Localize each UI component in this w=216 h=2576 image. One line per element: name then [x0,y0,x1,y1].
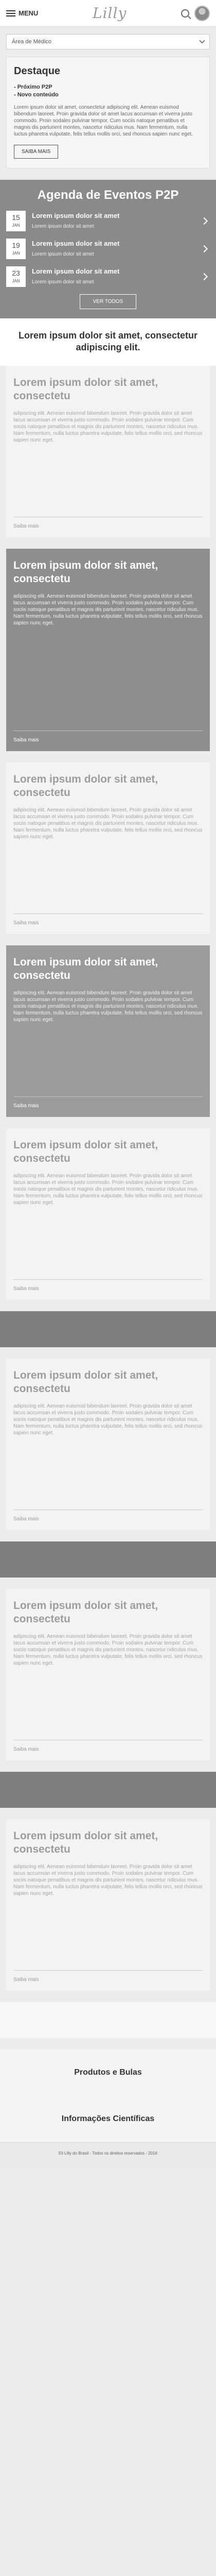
content-card: Lorem ipsum dolor sit amet, consectetu a… [6,762,210,934]
event-item[interactable]: 23 JAN Lorem ipsum dolor sit amet Lorem … [6,266,210,287]
card-divider [13,913,203,914]
area-bar: Área de Médico [0,27,216,57]
card-text: adipiscing elit. Aenean euismod bibendum… [13,990,203,1023]
card-divider [13,1279,203,1280]
event-date: 15 JAN [6,211,26,231]
search-icon[interactable] [181,9,189,18]
event-date: 19 JAN [6,239,26,259]
card-text: adipiscing elit. Aenean euismod bibendum… [13,411,203,443]
card-title: Lorem ipsum dolor sit amet, consectetu [13,1830,158,1855]
card-divider [13,1096,203,1097]
saiba-mais-button[interactable]: SAIBA MAIS [14,145,59,159]
event-text: Lorem ipsum dolor sit amet Lorem ipsum d… [26,212,202,230]
saiba-mais-link[interactable]: Saiba mais [13,1747,203,1752]
agenda-section: Agenda de Eventos P2P 15 JAN Lorem ipsum… [0,180,216,318]
saiba-mais-link[interactable]: Saiba mais [13,1103,203,1109]
hamburger-icon [6,10,15,16]
saiba-mais-link[interactable]: Saiba mais [13,737,203,743]
card-title: Lorem ipsum dolor sit amet, consectetu [13,1600,158,1625]
banner-band [0,1772,216,1808]
event-day: 23 [12,269,20,277]
event-day: 19 [12,241,20,249]
section-title: Lorem ipsum dolor sit amet, consectetur … [0,318,216,366]
event-subtitle: Lorem ipsum dolor sit amet [32,251,94,257]
destaque-bullet: - Novo conteúdo [14,92,59,98]
banner-band [0,2002,216,2038]
produtos-bulas-section[interactable]: Produtos e Bulas [0,2049,216,2096]
logo[interactable]: Lilly [93,5,127,22]
event-text: Lorem ipsum dolor sit amet Lorem ipsum d… [26,240,202,258]
content-card: Lorem ipsum dolor sit amet, consectetu a… [6,945,210,1117]
card-title: Lorem ipsum dolor sit amet, consectetu [13,1139,158,1164]
card-space [13,450,203,512]
footer: Eli Lilly do Brasil - Todos os direitos … [0,2142,216,2168]
chevron-down-icon [199,38,205,44]
event-month: JAN [12,223,20,228]
destaque-bullets: - Próximo P2P - Novo conteúdo [14,83,202,99]
banner-band [0,1311,216,1347]
card-title: Lorem ipsum dolor sit amet, consectetu [13,1369,158,1395]
event-title: Lorem ipsum dolor sit amet [32,267,120,275]
card-space [13,1029,203,1091]
content-card: Lorem ipsum dolor sit amet, consectetu a… [6,1128,210,1300]
event-item[interactable]: 15 JAN Lorem ipsum dolor sit amet Lorem … [6,211,210,231]
top-bar: MENU Lilly [0,0,216,27]
saiba-mais-link[interactable]: Saiba mais [13,523,203,529]
content-card: Lorem ipsum dolor sit amet, consectetu a… [6,1589,210,1760]
destaque-section: Destaque - Próximo P2P - Novo conteúdo L… [6,57,210,168]
card-space [13,1903,203,1965]
card-space [13,1212,203,1274]
event-month: JAN [12,251,20,256]
card-text: adipiscing elit. Aenean euismod bibendum… [13,807,203,840]
content-card: Lorem ipsum dolor sit amet, consectetu a… [6,366,210,537]
event-date: 23 JAN [6,266,26,287]
event-title: Lorem ipsum dolor sit amet [32,240,120,247]
area-select[interactable]: Área de Médico [6,34,210,49]
saiba-mais-link[interactable]: Saiba mais [13,920,203,926]
destaque-title: Destaque [14,65,61,77]
destaque-bullet: - Próximo P2P [14,84,52,90]
chevron-right-icon [200,217,208,225]
event-subtitle: Lorem ipsum dolor sit amet [32,224,94,229]
event-item[interactable]: 19 JAN Lorem ipsum dolor sit amet Lorem … [6,239,210,259]
event-subtitle: Lorem ipsum dolor sit amet [32,279,94,285]
card-space [13,633,203,725]
card-text: adipiscing elit. Aenean euismod bibendum… [13,1864,203,1896]
saiba-mais-link[interactable]: Saiba mais [13,1977,203,1982]
card-space [13,1443,203,1504]
header-actions [181,5,210,21]
event-month: JAN [12,279,20,283]
ver-todos-button[interactable]: VER TODOS [80,294,136,309]
area-select-value: Área de Médico [12,39,52,45]
content-card: Lorem ipsum dolor sit amet, consectetu a… [6,1819,210,1991]
destaque-text: Lorem ipsum dolor sit amet, consectetur … [14,105,193,137]
menu-button[interactable]: MENU [6,9,38,17]
card-space [13,846,203,908]
card-text: adipiscing elit. Aenean euismod bibendum… [13,1173,203,1206]
saiba-mais-link[interactable]: Saiba mais [13,1516,203,1522]
event-title: Lorem ipsum dolor sit amet [32,212,120,219]
informacoes-cientificas-section[interactable]: Informações Científicas [0,2096,216,2142]
content-card: Lorem ipsum dolor sit amet, consectetu a… [6,549,210,751]
event-day: 15 [12,213,20,222]
menu-label: MENU [19,9,39,17]
chevron-right-icon [200,273,208,281]
avatar[interactable] [194,5,210,21]
banner-band [0,1541,216,1578]
card-title: Lorem ipsum dolor sit amet, consectetu [13,377,158,402]
content-card: Lorem ipsum dolor sit amet, consectetu a… [6,1359,210,1530]
card-space [13,1673,203,1735]
event-text: Lorem ipsum dolor sit amet Lorem ipsum d… [26,267,202,286]
card-divider [13,1970,203,1971]
card-title: Lorem ipsum dolor sit amet, consectetu [13,560,158,585]
agenda-title: Agenda de Eventos P2P [37,188,179,202]
card-text: adipiscing elit. Aenean euismod bibendum… [13,1403,203,1436]
card-text: adipiscing elit. Aenean euismod bibendum… [13,1634,203,1666]
card-title: Lorem ipsum dolor sit amet, consectetu [13,773,158,799]
chevron-right-icon [200,245,208,253]
card-text: adipiscing elit. Aenean euismod bibendum… [13,594,203,626]
card-title: Lorem ipsum dolor sit amet, consectetu [13,956,158,981]
saiba-mais-link[interactable]: Saiba mais [13,1286,203,1292]
